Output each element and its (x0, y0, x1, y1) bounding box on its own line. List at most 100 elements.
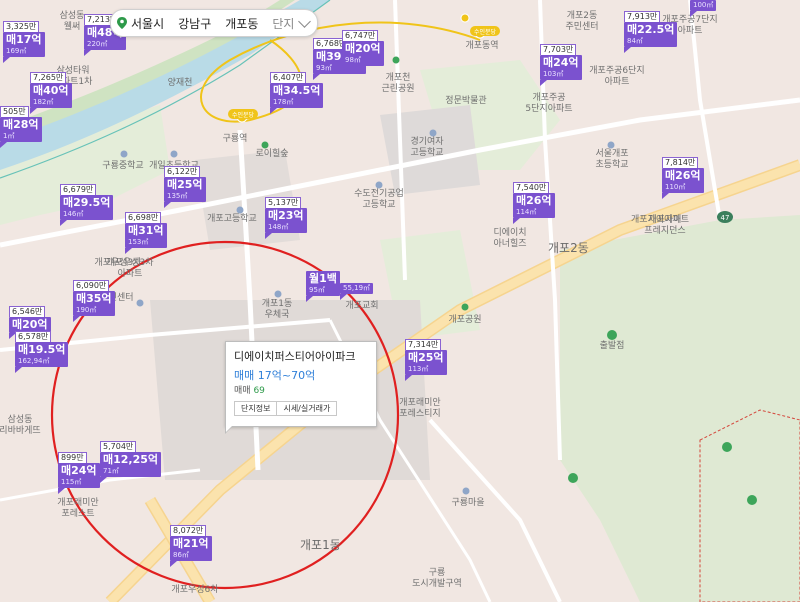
price-marker[interactable]: 5,137만 매23억 148㎡ (265, 197, 307, 239)
sale-price: 매23억 (268, 209, 304, 222)
chevron-down-icon[interactable] (298, 14, 312, 28)
price-marker[interactable]: 6,122만 매25억 135㎡ (164, 166, 206, 208)
floor-area: 84㎡ (627, 37, 643, 45)
price-per-area: 5,704만 (100, 441, 137, 452)
price-per-area: 6,698만 (125, 212, 162, 223)
sale-price: 매29.5억 (63, 196, 111, 209)
place-label[interactable]: 개포동역 (465, 40, 498, 51)
marker-pointer (265, 233, 272, 239)
sale-price: 매25억 (408, 351, 444, 364)
place-label[interactable]: 양재천 (168, 77, 193, 88)
place-label[interactable]: 개포자이아파트 (631, 214, 689, 225)
price-marker[interactable]: 월1백 95㎡ (306, 271, 340, 302)
place-label[interactable]: 출발점 (600, 339, 625, 351)
place-label[interactable]: 구룡마을 (451, 497, 484, 508)
marker-pointer (84, 50, 91, 56)
price-marker[interactable]: 7,814만 매26억 110㎡ (662, 157, 704, 199)
price-marker[interactable]: 8,072만 매21억 86㎡ (170, 525, 212, 567)
price-per-area: 6,090만 (73, 280, 110, 291)
place-label[interactable]: 구룡중학교 (102, 160, 143, 171)
price-box: 매21억 86㎡ (170, 536, 212, 561)
price-per-area: 7,265만 (30, 72, 67, 83)
price-marker[interactable]: 6,747만 매20억 98㎡ (342, 30, 384, 72)
marker-pointer (58, 488, 65, 494)
price-marker[interactable]: 6,679만 매29.5억 146㎡ (60, 184, 114, 226)
complex-name[interactable]: 디에이치퍼스티어아이파크 (234, 348, 355, 364)
price-marker[interactable]: 100㎡ (690, 0, 717, 17)
sale-price: 매17억 (6, 33, 42, 46)
svg-text:수인분당: 수인분당 (474, 28, 497, 36)
price-marker[interactable]: 7,314만 매25억 113㎡ (405, 339, 447, 381)
price-marker[interactable]: 6,698만 매31억 153㎡ (125, 212, 167, 254)
place-label[interactable]: 개포우성6차 (171, 583, 219, 595)
location-search-bar[interactable]: 서울시 강남구 개포동 단지 (110, 9, 319, 37)
price-per-area: 7,913만 (624, 11, 661, 22)
sale-price: 매31억 (128, 224, 164, 237)
price-box: 매24억 115㎡ (58, 463, 100, 488)
dong-selector[interactable]: 개포동 (225, 15, 258, 32)
price-box: 매12,25억 71㎡ (100, 452, 162, 477)
price-per-area: 899만 (58, 452, 87, 463)
svg-text:수인분당: 수인분당 (232, 111, 255, 119)
price-marker[interactable]: 55,19㎡ (340, 283, 374, 300)
listing-count: 매매 69 (234, 386, 265, 396)
sale-price: 매28억 (3, 118, 39, 131)
price-per-area: 5,137만 (265, 197, 302, 208)
price-marker[interactable]: 6,090만 매35억 190㎡ (73, 280, 115, 322)
floor-area: 148㎡ (268, 223, 289, 231)
sale-price: 매19.5억 (18, 343, 66, 356)
marker-pointer (513, 218, 520, 224)
sale-price: 매20억 (12, 318, 48, 331)
sale-price: 매34.5억 (273, 84, 321, 97)
place-label[interactable]: 정문박물관 (445, 95, 486, 106)
price-box: 매26억 110㎡ (662, 168, 704, 193)
complex-info-button[interactable]: 단지정보 (234, 401, 278, 416)
price-marker[interactable]: 7,913만 매22.5억 84㎡ (624, 11, 678, 53)
marker-pointer (624, 47, 631, 53)
place-label[interactable]: 디에이치 아너힐즈 (493, 226, 526, 249)
city-selector[interactable]: 서울시 (131, 15, 164, 32)
marker-pointer (270, 108, 277, 114)
marker-pointer (0, 142, 7, 148)
price-box: 55,19㎡ (340, 283, 374, 294)
subway-station-icon[interactable] (460, 13, 470, 23)
route-badge: 47 (717, 211, 733, 223)
price-per-area: 7,540만 (513, 182, 550, 193)
price-marker[interactable]: 6,407만 매34.5억 178㎡ (270, 72, 324, 114)
floor-area: 135㎡ (167, 192, 188, 200)
place-label[interactable]: 경기여자 고등학교 (410, 135, 444, 158)
price-marker[interactable]: 7,540만 매26억 114㎡ (513, 182, 555, 224)
place-label[interactable]: 개포공원 (448, 314, 481, 325)
price-history-button[interactable]: 시세/실거래가 (277, 401, 338, 416)
marker-pointer (540, 80, 547, 86)
place-label[interactable]: 로이힐숲 (255, 147, 288, 159)
price-marker[interactable]: 3,325만 매17억 169㎡ (3, 21, 45, 63)
sale-price: 매35억 (76, 292, 112, 305)
price-box: 매29.5억 146㎡ (60, 195, 114, 220)
price-per-area: 3,325만 (3, 21, 40, 32)
marker-pointer (164, 202, 171, 208)
price-box: 매35억 190㎡ (73, 291, 115, 316)
price-marker[interactable]: 5,704만 매12,25억 71㎡ (100, 441, 162, 483)
price-marker[interactable]: 505만 매28억 1㎡ (0, 106, 42, 148)
place-label[interactable]: 개포교회 (345, 300, 378, 311)
place-label[interactable]: 개포고등학교 (207, 213, 257, 224)
place-label[interactable]: 개포우성3차 (94, 256, 142, 268)
marker-pointer (15, 367, 22, 373)
price-per-area: 6,122만 (164, 166, 201, 177)
floor-area: 103㎡ (543, 70, 564, 78)
sale-price: 매25억 (167, 178, 203, 191)
price-box: 매25억 135㎡ (164, 177, 206, 202)
price-per-area: 7,314만 (405, 339, 442, 350)
price-box: 매20억 98㎡ (342, 41, 384, 66)
complex-filter[interactable]: 단지 (272, 15, 294, 32)
place-label[interactable]: 구룡역 (223, 133, 248, 144)
map-canvas[interactable]: 47 삼성동 웰써개포2동 주민센터개포주공7단지 아파트개포동역개포주공 5단지아파트… (0, 0, 800, 602)
price-box: 매24억 103㎡ (540, 55, 582, 80)
price-marker[interactable]: 7,703만 매24억 103㎡ (540, 44, 582, 86)
price-per-area: 6,407만 (270, 72, 307, 83)
price-marker[interactable]: 6,578만 매19.5억 162,94㎡ (15, 331, 69, 373)
price-marker[interactable]: 899만 매24억 115㎡ (58, 452, 100, 494)
district-selector[interactable]: 강남구 (178, 15, 211, 32)
floor-area: 178㎡ (273, 98, 294, 106)
